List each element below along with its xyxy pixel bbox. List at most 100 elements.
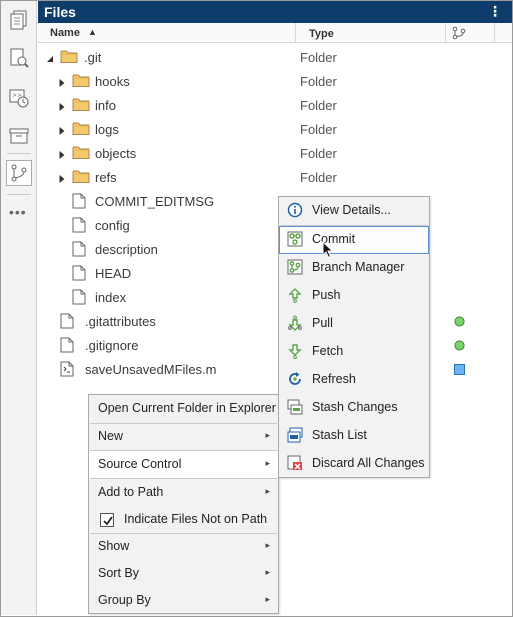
- menu-item-show[interactable]: Show ▸: [89, 533, 278, 561]
- submenu-arrow-icon: ▸: [265, 486, 270, 496]
- expand-arrow-icon[interactable]: [58, 124, 66, 135]
- mouse-cursor-icon: [322, 240, 334, 262]
- file-name: info: [95, 98, 116, 113]
- file-row[interactable]: HEAD: [38, 261, 512, 285]
- folder-icon: [72, 73, 90, 91]
- archive-icon[interactable]: [6, 123, 32, 149]
- submenu-arrow-icon: ▸: [265, 430, 270, 440]
- menu-item-branch-manager[interactable]: Branch Manager: [279, 254, 429, 282]
- menu-item-discard-all-changes[interactable]: Discard All Changes: [279, 450, 429, 478]
- file-name: .gitignore: [85, 338, 139, 353]
- file-icon: [60, 337, 74, 356]
- file-type: Folder: [300, 98, 337, 113]
- file-name: saveUnsavedMFiles.m: [85, 362, 217, 377]
- folder-icon: [60, 49, 78, 67]
- expand-arrow-icon[interactable]: [58, 148, 66, 159]
- m-file-icon: [60, 361, 74, 380]
- folder-row[interactable]: info Folder: [38, 93, 512, 117]
- file-type: Folder: [300, 146, 337, 161]
- file-row[interactable]: config: [38, 213, 512, 237]
- discard-changes-icon: [287, 455, 303, 474]
- column-type-header[interactable]: Type: [309, 28, 334, 40]
- commit-icon: [287, 231, 303, 250]
- folder-row[interactable]: hooks Folder: [38, 69, 512, 93]
- menu-item-pull[interactable]: Pull: [279, 310, 429, 338]
- unmodified-status-icon: [454, 339, 465, 351]
- menu-item-group-by[interactable]: Group By ▸: [89, 587, 278, 615]
- menu-item-stash-list[interactable]: Stash List: [279, 422, 429, 450]
- submenu-arrow-icon: ▸: [265, 594, 270, 604]
- push-icon: [287, 287, 303, 306]
- context-menu: Open Current Folder in Explorer New ▸ So…: [88, 394, 279, 614]
- menu-item-refresh[interactable]: Refresh: [279, 366, 429, 394]
- menu-item-commit[interactable]: Commit: [279, 226, 429, 254]
- menu-item-indicate-files-not-on-path[interactable]: Indicate Files Not on Path: [89, 506, 278, 534]
- column-name-header[interactable]: Name: [50, 27, 80, 39]
- history-icon[interactable]: >>: [6, 85, 32, 111]
- file-row[interactable]: saveUnsavedMFiles.m: [38, 357, 512, 381]
- panel-titlebar: Files ⋮: [38, 1, 512, 23]
- menu-item-source-control[interactable]: Source Control ▸: [89, 451, 278, 479]
- stash-changes-icon: [287, 399, 303, 418]
- menu-item-sort-by[interactable]: Sort By ▸: [89, 560, 278, 588]
- expand-arrow-icon[interactable]: [58, 100, 66, 111]
- file-name: .git: [84, 50, 102, 65]
- file-name: config: [95, 218, 130, 233]
- source-control-submenu: View Details... Commit Branch Manager Pu…: [278, 196, 430, 478]
- sort-ascending-icon: ▲: [88, 27, 97, 37]
- file-type: Folder: [300, 74, 337, 89]
- folder-row[interactable]: .git Folder: [38, 45, 512, 69]
- file-icon: [72, 193, 86, 212]
- file-row[interactable]: index: [38, 285, 512, 309]
- find-files-icon[interactable]: [6, 45, 32, 71]
- refresh-icon: [287, 371, 303, 390]
- more-tools-icon[interactable]: •••: [9, 204, 27, 220]
- branch-manager-icon: [287, 259, 303, 278]
- file-row[interactable]: description: [38, 237, 512, 261]
- expand-arrow-icon[interactable]: [58, 76, 66, 87]
- file-row[interactable]: COMMIT_EDITMSG: [38, 189, 512, 213]
- folder-row[interactable]: refs Folder: [38, 165, 512, 189]
- unmodified-status-icon: [454, 315, 465, 327]
- column-header: Name ▲ Type: [38, 23, 512, 43]
- file-name: refs: [95, 170, 117, 185]
- collapse-arrow-icon[interactable]: [46, 52, 54, 62]
- source-control-icon[interactable]: [6, 160, 32, 186]
- menu-item-push[interactable]: Push: [279, 282, 429, 310]
- file-row[interactable]: .gitignore: [38, 333, 512, 357]
- file-name: COMMIT_EDITMSG: [95, 194, 215, 209]
- menu-item-add-to-path[interactable]: Add to Path ▸: [89, 479, 278, 507]
- folder-row[interactable]: logs Folder: [38, 117, 512, 141]
- fetch-icon: [287, 343, 303, 362]
- menu-item-new[interactable]: New ▸: [89, 423, 278, 451]
- submenu-arrow-icon: ▸: [265, 540, 270, 550]
- panel-title: Files: [44, 4, 76, 20]
- folder-icon: [72, 121, 90, 139]
- pull-icon: [287, 315, 303, 334]
- file-type: Folder: [300, 170, 337, 185]
- file-type: Folder: [300, 122, 337, 137]
- info-icon: [287, 202, 303, 221]
- folder-icon: [72, 145, 90, 163]
- folder-row[interactable]: objects Folder: [38, 141, 512, 165]
- indicate-files-checkbox[interactable]: [100, 513, 114, 527]
- menu-item-fetch[interactable]: Fetch: [279, 338, 429, 366]
- menu-item-view-details[interactable]: View Details...: [279, 197, 429, 225]
- file-icon: [60, 313, 74, 332]
- file-icon: [72, 289, 86, 308]
- toolstrip: >> •••: [1, 1, 37, 615]
- file-name: description: [95, 242, 158, 257]
- panel-menu-icon[interactable]: ⋮: [488, 3, 502, 20]
- file-row[interactable]: .gitattributes: [38, 309, 512, 333]
- folder-icon: [72, 97, 90, 115]
- file-name: logs: [95, 122, 119, 137]
- menu-item-stash-changes[interactable]: Stash Changes: [279, 394, 429, 422]
- file-icon: [72, 265, 86, 284]
- file-name: HEAD: [95, 266, 132, 281]
- file-name: objects: [95, 146, 137, 161]
- files-icon[interactable]: [6, 7, 32, 33]
- expand-arrow-icon[interactable]: [58, 172, 66, 183]
- file-name: index: [95, 290, 127, 305]
- menu-item-open-in-explorer[interactable]: Open Current Folder in Explorer: [89, 395, 278, 423]
- git-branch-icon[interactable]: [452, 26, 466, 43]
